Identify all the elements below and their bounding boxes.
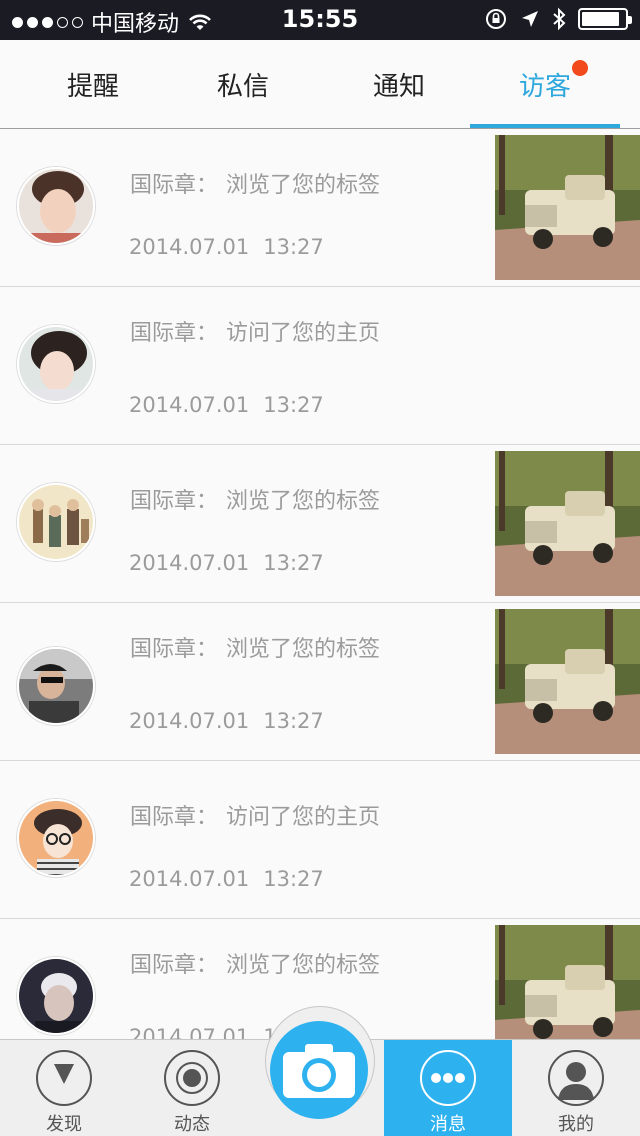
visitor-avatar[interactable] (17, 325, 95, 403)
visitor-name: 国际章： (130, 321, 219, 346)
visitor-row[interactable]: 国际章： 访问了您的主页 2014.07.01 13:27 (0, 761, 640, 919)
tag-photo-thumbnail[interactable] (495, 925, 640, 1039)
visitor-message: 国际章： 浏览了您的标签 (130, 167, 380, 199)
camera-button[interactable] (270, 1021, 368, 1119)
nav-label: 我的 (558, 1114, 594, 1135)
visit-time: 13:27 (263, 867, 324, 891)
battery-level-fill (582, 12, 619, 26)
visitor-avatar[interactable] (17, 957, 95, 1035)
tag-photo-thumbnail[interactable] (495, 451, 640, 596)
visitor-list: 国际章： 浏览了您的标签 2014.07.01 13:27 国际章： 访问了您的… (0, 129, 640, 1039)
tab-label: 私信 (216, 71, 269, 102)
visitor-action: 访问了您的主页 (226, 321, 381, 346)
visitor-message: 国际章： 访问了您的主页 (130, 315, 380, 347)
rotation-lock-icon (486, 9, 506, 29)
battery-icon (578, 8, 632, 30)
nav-messages[interactable]: 消息 (384, 1040, 512, 1136)
visit-timestamp: 2014.07.01 13:27 (129, 235, 324, 259)
tab-notifications[interactable]: 通知 (324, 40, 474, 128)
visit-date: 2014.07.01 (129, 867, 250, 891)
message-tabs: 提醒 私信 通知 访客 (0, 40, 640, 129)
nav-label: 消息 (430, 1114, 466, 1135)
bluetooth-icon (553, 7, 566, 31)
visit-time: 13:27 (263, 551, 324, 575)
visit-timestamp: 2014.07.01 13:27 (129, 867, 324, 891)
tab-label: 提醒 (66, 71, 119, 102)
visit-date: 2014.07.01 (129, 1025, 250, 1039)
visit-time: 13:27 (263, 709, 324, 733)
visitor-action: 访问了您的主页 (226, 805, 381, 830)
visitor-action: 浏览了您的标签 (226, 489, 381, 514)
visit-timestamp: 2014.07.01 13:27 (129, 709, 324, 733)
visitor-message: 国际章： 浏览了您的标签 (130, 631, 380, 663)
visitor-name: 国际章： (130, 489, 219, 514)
tab-label: 通知 (372, 71, 425, 102)
visitor-action: 浏览了您的标签 (226, 637, 381, 662)
visit-time: 13:27 (263, 393, 324, 417)
visitor-row[interactable]: 国际章： 访问了您的主页 2014.07.01 13:27 (0, 287, 640, 445)
nav-label: 动态 (174, 1114, 210, 1135)
visitor-message: 国际章： 浏览了您的标签 (130, 947, 380, 979)
visitor-avatar[interactable] (17, 799, 95, 877)
visitor-avatar[interactable] (17, 647, 95, 725)
visitor-avatar[interactable] (17, 167, 95, 245)
visit-timestamp: 2014.07.01 13:27 (129, 393, 324, 417)
status-bar: 中国移动 15:55 (0, 0, 640, 40)
visitor-avatar[interactable] (17, 483, 95, 561)
visit-time: 13:27 (263, 235, 324, 259)
tab-reminders[interactable]: 提醒 (18, 40, 168, 128)
visit-date: 2014.07.01 (129, 551, 250, 575)
tab-private-messages[interactable]: 私信 (168, 40, 318, 128)
unread-badge-dot (572, 60, 588, 76)
visitor-message: 国际章： 访问了您的主页 (130, 799, 380, 831)
compass-icon (36, 1050, 92, 1106)
camera-icon (283, 1044, 355, 1098)
location-arrow-icon (522, 11, 538, 27)
active-tab-indicator (470, 124, 620, 128)
visitor-row[interactable]: 国际章： 浏览了您的标签 2014.07.01 13:27 (0, 603, 640, 761)
visitor-action: 浏览了您的标签 (226, 173, 381, 198)
more-dots-icon (420, 1050, 476, 1106)
status-right (484, 7, 632, 31)
visitor-name: 国际章： (130, 953, 219, 978)
activity-icon (164, 1050, 220, 1106)
tag-photo-thumbnail[interactable] (495, 609, 640, 754)
visit-timestamp: 2014.07.01 13:27 (129, 551, 324, 575)
visit-date: 2014.07.01 (129, 709, 250, 733)
tab-label: 访客 (518, 71, 571, 102)
visit-date: 2014.07.01 (129, 393, 250, 417)
visitor-row[interactable]: 国际章： 浏览了您的标签 2014.07.01 13:27 (0, 445, 640, 603)
nav-activity[interactable]: 动态 (128, 1040, 256, 1136)
tab-visitors[interactable]: 访客 (470, 40, 620, 128)
visitor-name: 国际章： (130, 805, 219, 830)
visitor-action: 浏览了您的标签 (226, 953, 381, 978)
user-silhouette-icon (548, 1050, 604, 1106)
visitor-message: 国际章： 浏览了您的标签 (130, 483, 380, 515)
nav-me[interactable]: 我的 (512, 1040, 640, 1136)
visitor-name: 国际章： (130, 637, 219, 662)
visitor-row[interactable]: 国际章： 浏览了您的标签 2014.07.01 13:27 (0, 129, 640, 287)
nav-discover[interactable]: 发现 (0, 1040, 128, 1136)
visitor-name: 国际章： (130, 173, 219, 198)
visit-date: 2014.07.01 (129, 235, 250, 259)
tag-photo-thumbnail[interactable] (495, 135, 640, 280)
nav-label: 发现 (46, 1114, 82, 1135)
